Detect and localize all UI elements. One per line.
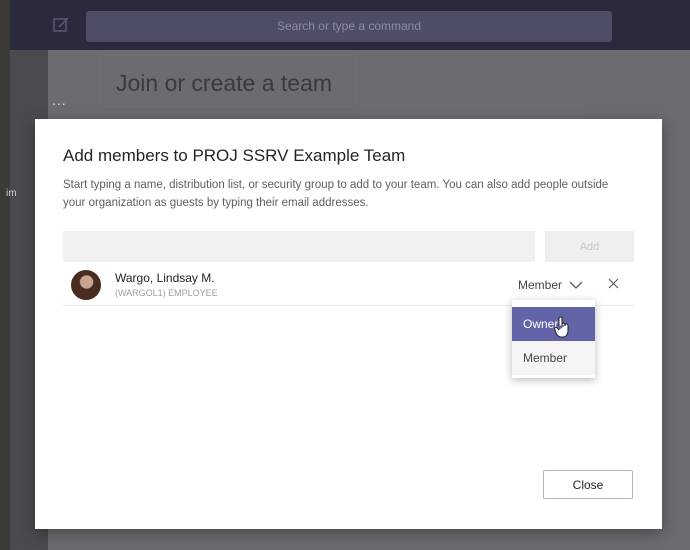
add-button[interactable]: Add [545,231,634,262]
close-icon[interactable] [608,278,619,289]
search-input[interactable]: Search or type a command [86,11,612,42]
member-search-input[interactable] [63,231,535,262]
compose-icon[interactable] [52,16,70,34]
dialog-title: Add members to PROJ SSRV Example Team [63,146,406,165]
more-options-button[interactable]: ... [52,92,67,108]
role-value: Member [518,278,563,292]
role-menu: Owner Member [512,300,595,378]
side-edge-text: im [6,188,17,199]
background-card [360,95,582,120]
chevron-down-icon [569,281,583,289]
hand-cursor-icon [554,316,569,338]
role-dropdown[interactable]: Member [518,278,583,292]
background-title: Join or create a team [116,70,333,96]
close-button[interactable]: Close [543,470,633,499]
dialog-description: Start typing a name, distribution list, … [63,179,609,209]
add-members-dialog: Add members to PROJ SSRV Example Team St… [35,119,662,529]
member-name: Wargo, Lindsay M. [115,271,215,285]
role-option-member[interactable]: Member [512,341,595,375]
member-subtitle: (WARGOL1) EMPLOYEE [115,288,218,298]
avatar [71,270,101,300]
